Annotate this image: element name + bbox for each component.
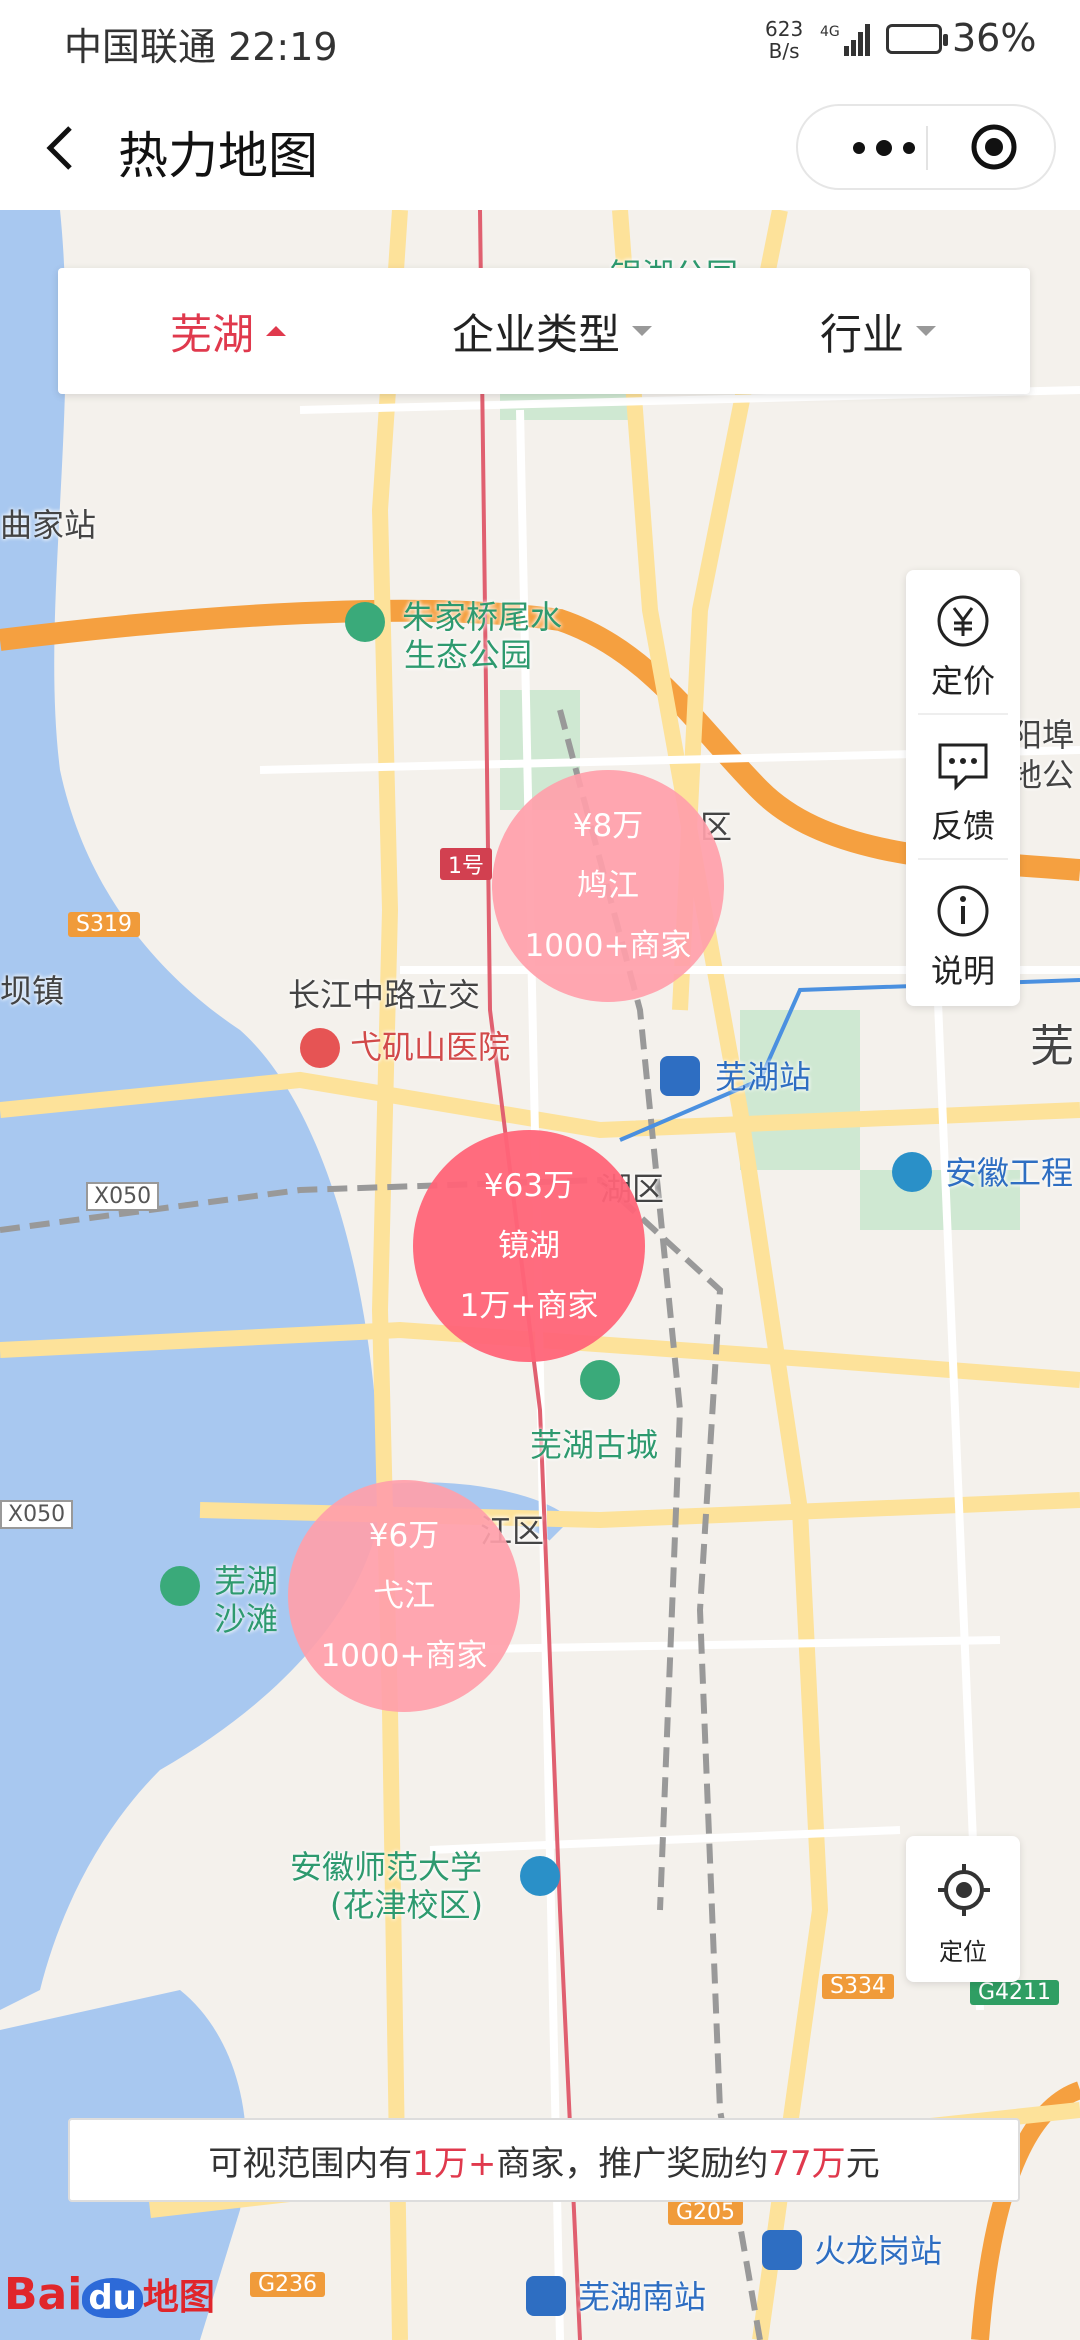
caret-up-icon <box>266 326 287 336</box>
map-label: 弋矶山医院 <box>350 1028 511 1066</box>
battery-icon <box>886 24 948 54</box>
bubble-district: 鸠江 <box>577 868 639 904</box>
feedback-button[interactable]: 反馈 <box>906 715 1020 860</box>
visible-range-summary: 可视范围内有 1万+ 商家，推广奖励约 77万 元 <box>68 2118 1020 2202</box>
net-speed-value: 623 <box>765 17 804 41</box>
nav-bar: 热力地图 <box>0 80 1080 210</box>
info-icon <box>937 885 989 937</box>
locate-button[interactable]: 定位 <box>906 1836 1020 1982</box>
baidu-map-logo: Bai du 地图 <box>4 2268 215 2334</box>
road-badge: S319 <box>68 912 140 937</box>
map-label: 芜湖古城 <box>530 1426 659 1464</box>
status-bar: 中国联通 22:19 623 B/s 4G 36% <box>0 0 1080 80</box>
page-title: 热力地图 <box>118 127 318 185</box>
filter-enterprise-type[interactable]: 企业类型 <box>452 268 653 394</box>
summary-prefix: 可视范围内有 <box>208 2143 413 2184</box>
bubble-district: 弋江 <box>373 1578 435 1614</box>
map-label: 长江中路立交 <box>288 976 481 1014</box>
metro-badge: 1号 <box>440 848 492 880</box>
school-icon <box>520 1856 560 1896</box>
summary-count: 1万+ <box>412 2143 497 2184</box>
capsule-divider <box>926 126 928 170</box>
svg-text:4G: 4G <box>820 24 840 40</box>
summary-middle: 商家，推广奖励约 <box>496 2143 769 2184</box>
road-badge: G4211 <box>970 1980 1060 2005</box>
crosshair-icon <box>938 1864 990 1916</box>
bubble-merchants: 1000+商家 <box>320 1638 488 1674</box>
heat-bubble-jinghu[interactable]: ¥63万 镜湖 1万+商家 <box>413 1130 645 1362</box>
yen-icon <box>937 595 989 647</box>
train-station-icon <box>526 2276 566 2316</box>
filter-industry-label: 行业 <box>820 309 905 359</box>
chat-bubble-icon <box>938 743 988 791</box>
train-station-icon <box>660 1056 700 1096</box>
park-icon <box>580 1360 620 1400</box>
side-panel: 定价 反馈 说明 <box>906 570 1020 1006</box>
carrier-time: 中国联通 22:19 <box>64 25 338 69</box>
pricing-button[interactable]: 定价 <box>906 570 1020 715</box>
bubble-amount: ¥6万 <box>368 1518 440 1554</box>
logo-bai: Bai <box>4 2269 83 2320</box>
logo-tu: 地图 <box>142 2277 215 2318</box>
bubble-merchants: 1万+商家 <box>459 1288 599 1324</box>
heat-bubble-yijiang[interactable]: ¥6万 弋江 1000+商家 <box>288 1480 520 1712</box>
caret-down-icon <box>916 326 937 336</box>
bubble-district: 镜湖 <box>498 1228 560 1264</box>
net-speed-unit: B/s <box>768 39 800 63</box>
park-icon <box>345 602 385 642</box>
mini-program-capsule <box>796 104 1056 190</box>
road-badge: X050 <box>0 1500 74 1529</box>
help-label: 说明 <box>930 952 995 990</box>
map-label: 安徽工程 <box>945 1154 1074 1192</box>
summary-amount: 77万 <box>768 2143 846 2184</box>
park-icon <box>160 1566 200 1606</box>
hospital-icon <box>300 1028 340 1068</box>
more-dots-icon[interactable] <box>838 106 928 188</box>
filter-enterprise-type-label: 企业类型 <box>452 309 621 359</box>
help-button[interactable]: 说明 <box>906 860 1020 1005</box>
bubble-amount: ¥8万 <box>572 808 644 844</box>
bubble-amount: ¥63万 <box>483 1168 575 1204</box>
pricing-label: 定价 <box>930 662 995 700</box>
filter-industry[interactable]: 行业 <box>820 268 937 394</box>
signal-icon: 4G <box>820 24 870 56</box>
bubble-merchants: 1000+商家 <box>524 928 692 964</box>
filter-city[interactable]: 芜湖 <box>170 268 287 394</box>
feedback-label: 反馈 <box>930 807 995 845</box>
filter-bar: 芜湖 企业类型 行业 <box>58 268 1030 394</box>
map-label: 芜湖南站 <box>578 2278 707 2316</box>
heat-bubble-jiujiang[interactable]: ¥8万 鸠江 1000+商家 <box>492 770 724 1002</box>
net-speed: 623 B/s <box>765 18 803 62</box>
map-label: 火龙岗站 <box>814 2232 943 2270</box>
road-badge: S334 <box>822 1974 894 1999</box>
map-label: 曲家站 <box>0 506 97 544</box>
map-label: 坝镇 <box>0 972 65 1010</box>
road-badge: G236 <box>250 2272 326 2297</box>
map-label: 芜湖站 <box>715 1058 812 1096</box>
filter-city-label: 芜湖 <box>170 309 255 359</box>
logo-du: du <box>82 2278 143 2318</box>
train-station-icon <box>762 2230 802 2270</box>
school-icon <box>892 1152 932 1192</box>
road-badge: G205 <box>668 2200 744 2225</box>
map-label: (花津校区) <box>330 1886 483 1924</box>
map-label: 沙滩 <box>214 1600 279 1638</box>
map-label: 芜 <box>1030 1021 1074 1072</box>
back-icon[interactable] <box>38 118 88 178</box>
summary-suffix: 元 <box>845 2143 880 2184</box>
map-label: 生态公园 <box>404 636 533 674</box>
close-target-icon[interactable] <box>970 123 1018 171</box>
battery-percent: 36% <box>952 16 1037 60</box>
road-badge: X050 <box>86 1182 160 1211</box>
caret-down-icon <box>632 326 653 336</box>
locate-label: 定位 <box>939 1938 987 1966</box>
